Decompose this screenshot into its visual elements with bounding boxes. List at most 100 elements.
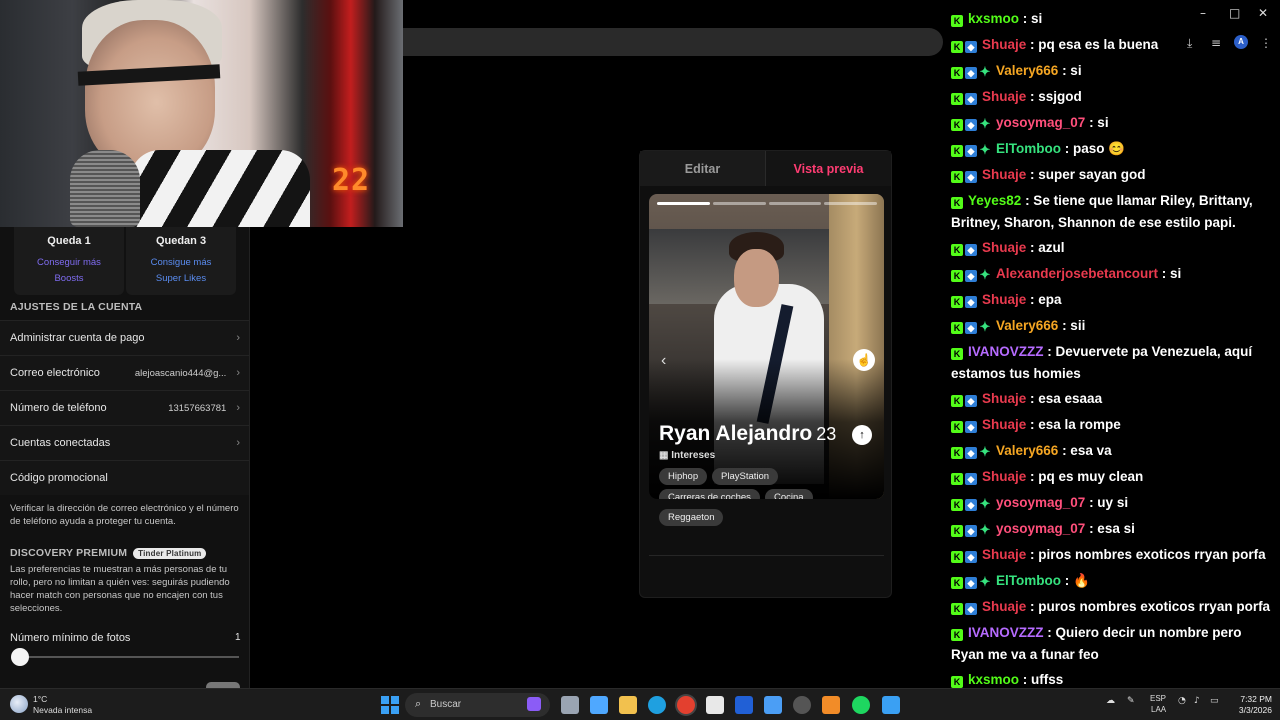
chat-username[interactable]: Shuaje bbox=[982, 89, 1026, 104]
chat-text: : esa la rompe bbox=[1026, 417, 1121, 432]
mail-icon[interactable] bbox=[764, 696, 782, 714]
tab-edit[interactable]: Editar bbox=[640, 151, 765, 186]
promo-code-row[interactable]: Código promocional bbox=[0, 460, 249, 495]
chat-message: K ◆ Shuaje : super sayan god bbox=[951, 164, 1276, 186]
chat-username[interactable]: Valery666 bbox=[996, 443, 1058, 458]
chevron-left-icon[interactable]: ‹ bbox=[661, 352, 666, 370]
taskbar: 1°C Nevada intensa ⌕ Buscar ☁ ✎ ESP LAA … bbox=[0, 688, 1280, 720]
profile-photo[interactable]: ‹ ☝ Ryan Alejandro 23 ↑ ▦ Intereses Hipho… bbox=[649, 194, 884, 499]
get-superlikes-line2: Super Likes bbox=[155, 273, 207, 284]
wifi-icon[interactable]: ◔ bbox=[1178, 696, 1186, 706]
volume-icon[interactable]: ♪ bbox=[1194, 696, 1200, 706]
interest-chip: Reggaeton bbox=[659, 509, 724, 526]
copilot-icon[interactable] bbox=[590, 696, 608, 714]
kick-badge-icon: K bbox=[951, 499, 963, 511]
chat-username[interactable]: yosoymag_07 bbox=[996, 495, 1085, 510]
chat-username[interactable]: Shuaje bbox=[982, 292, 1026, 307]
tray-cloud-icon[interactable]: ☁ bbox=[1106, 696, 1115, 706]
chat-username[interactable]: kxsmoo bbox=[968, 11, 1019, 26]
boosts-box: Queda 1 Conseguir más Boosts bbox=[14, 227, 124, 295]
widget-icon[interactable] bbox=[527, 697, 541, 711]
chat-username[interactable]: Shuaje bbox=[982, 391, 1026, 406]
chat-message: K ◆ Shuaje : pq esa es la buena bbox=[951, 34, 1276, 56]
chat-username[interactable]: Alexanderjosebetancourt bbox=[996, 266, 1158, 281]
email-value: alejoascanio444@g... bbox=[134, 367, 227, 379]
chat-username[interactable]: Shuaje bbox=[982, 240, 1026, 255]
tray-pen-icon[interactable]: ✎ bbox=[1127, 696, 1135, 706]
file-explorer-icon[interactable] bbox=[619, 696, 637, 714]
spotify-icon[interactable] bbox=[852, 696, 870, 714]
chat-message: K ◆ Shuaje : piros nombres exoticos rryan … bbox=[951, 544, 1276, 566]
task-view-icon[interactable] bbox=[561, 696, 579, 714]
get-boosts-link[interactable]: Conseguir más Boosts bbox=[14, 255, 124, 287]
diamond-badge-icon: ✦ bbox=[979, 142, 991, 157]
chat-username[interactable]: Yeyes82 bbox=[968, 193, 1021, 208]
fl-studio-icon[interactable] bbox=[822, 696, 840, 714]
chat-username[interactable]: Valery666 bbox=[996, 63, 1058, 78]
chat-username[interactable]: IVANOVZZZ bbox=[968, 625, 1044, 640]
weather-desc: Nevada intensa bbox=[33, 705, 93, 715]
min-photos-slider-handle[interactable] bbox=[11, 648, 29, 666]
profile-name-text: Ryan Alejandro bbox=[659, 422, 813, 445]
settings-panel: Queda 1 Conseguir más Boosts Quedan 3 Co… bbox=[0, 227, 250, 688]
kick-badge-icon: K bbox=[951, 296, 963, 308]
phone-row[interactable]: Número de teléfono 13157663781 › bbox=[0, 390, 249, 425]
chat-username[interactable]: Shuaje bbox=[982, 37, 1026, 52]
kick-badge-icon: K bbox=[951, 41, 963, 53]
chat-username[interactable]: IVANOVZZZ bbox=[968, 344, 1044, 359]
kick-badge-icon: K bbox=[951, 322, 963, 334]
chat-text: : esa esaaa bbox=[1026, 391, 1103, 406]
battery-icon[interactable]: ▭ bbox=[1210, 696, 1219, 706]
chat-username[interactable]: yosoymag_07 bbox=[996, 115, 1085, 130]
chat-text: : epa bbox=[1026, 292, 1062, 307]
app-icon-gear[interactable] bbox=[793, 696, 811, 714]
hand-cursor-icon: ☝ bbox=[853, 349, 875, 371]
kick-badge-icon: K bbox=[951, 551, 963, 563]
chat-username[interactable]: Shuaje bbox=[982, 599, 1026, 614]
chat-username[interactable]: Shuaje bbox=[982, 167, 1026, 182]
chat-username[interactable]: Valery666 bbox=[996, 318, 1058, 333]
tab-preview[interactable]: Vista previa bbox=[766, 151, 891, 186]
chat-username[interactable]: yosoymag_07 bbox=[996, 521, 1085, 536]
email-row[interactable]: Correo electrónico alejoascanio444@g... … bbox=[0, 355, 249, 390]
row-label: Código promocional bbox=[10, 472, 108, 484]
chat-username[interactable]: Shuaje bbox=[982, 547, 1026, 562]
chat-username[interactable]: kxsmoo bbox=[968, 672, 1019, 687]
kick-badge-icon: K bbox=[951, 171, 963, 183]
diamond-badge-icon: ✦ bbox=[979, 444, 991, 459]
chat-username[interactable]: Shuaje bbox=[982, 417, 1026, 432]
card-divider bbox=[649, 555, 884, 556]
subscriber-badge-icon: ◆ bbox=[965, 171, 977, 183]
app-icon-blue[interactable] bbox=[735, 696, 753, 714]
chrome-icon[interactable] bbox=[677, 696, 695, 714]
chat-text: : 🔥 bbox=[1061, 573, 1090, 588]
subscriber-badge-icon: ◆ bbox=[965, 525, 977, 537]
subscriber-badge-icon: ◆ bbox=[965, 296, 977, 308]
chat-username[interactable]: ElTomboo bbox=[996, 573, 1061, 588]
language-indicator[interactable]: ESP bbox=[1150, 694, 1166, 703]
diamond-badge-icon: ✦ bbox=[979, 319, 991, 334]
clock-time[interactable]: 7:32 PM bbox=[1232, 694, 1272, 704]
chat-text: : puros nombres exoticos rryan porfa bbox=[1026, 599, 1271, 614]
app-icon-pen[interactable] bbox=[882, 696, 900, 714]
address-bar[interactable] bbox=[403, 28, 943, 56]
kick-badge-icon: K bbox=[951, 197, 963, 209]
windows-start-icon[interactable] bbox=[381, 696, 399, 714]
kick-badge-icon: K bbox=[951, 447, 963, 459]
interest-chip: Carreras de coches bbox=[659, 489, 760, 499]
min-photos-slider-track[interactable] bbox=[20, 656, 239, 658]
clock-date: 3/3/2026 bbox=[1238, 705, 1272, 715]
discovery-premium-heading: DISCOVERY PREMIUM Tinder Platinum bbox=[10, 547, 207, 559]
interests-heading-text: Intereses bbox=[671, 450, 716, 461]
chat-username[interactable]: Shuaje bbox=[982, 469, 1026, 484]
payment-account-row[interactable]: Administrar cuenta de pago › bbox=[0, 320, 249, 355]
arrow-up-icon[interactable]: ↑ bbox=[852, 425, 872, 445]
chat-username[interactable]: ElTomboo bbox=[996, 141, 1061, 156]
get-superlikes-link[interactable]: Consigue más Super Likes bbox=[126, 255, 236, 287]
connected-accounts-row[interactable]: Cuentas conectadas › bbox=[0, 425, 249, 460]
store-icon[interactable] bbox=[706, 696, 724, 714]
profile-age: 23 bbox=[816, 424, 837, 444]
subscriber-badge-icon: ◆ bbox=[965, 270, 977, 282]
weather-icon[interactable] bbox=[10, 695, 28, 713]
edge-icon[interactable] bbox=[648, 696, 666, 714]
